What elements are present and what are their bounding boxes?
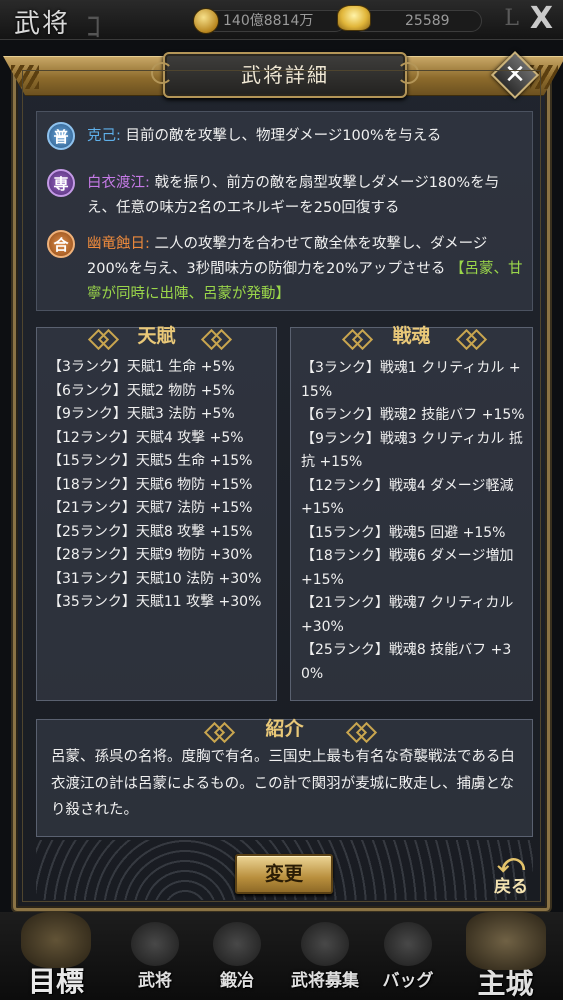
talent-header: 天賦: [37, 321, 276, 351]
war-soul-row: 【9ランク】戦魂3 クリティカル 抵抗 +15%: [301, 430, 523, 471]
general-detail-dialog: 武将詳細 ✕ 普 克己: 目前の敵を攻撃し、物理ダメージ100%を与える 専 白…: [3, 50, 563, 911]
header-stripes-left: [11, 65, 39, 89]
coin-counter: 140億8814万: [193, 8, 346, 34]
coin-value: 140億8814万: [223, 13, 314, 29]
nav-castle[interactable]: 主城: [448, 912, 563, 1000]
castle-icon: [465, 912, 546, 970]
gold-counter: 25589: [337, 5, 482, 32]
title-curl-left: [151, 62, 173, 84]
bag-icon: [384, 922, 432, 966]
top-bar: 武将 ｺ 140億8814万 25589 L X: [0, 0, 563, 45]
nav-label: 武将: [138, 971, 172, 991]
war-soul-row: 【21ランク】戦魂7 クリティカル +30%: [301, 595, 514, 635]
nav-target[interactable]: 目標: [0, 912, 112, 1000]
war-soul-panel: 戦魂 【3ランク】戦魂1 クリティカル +15% 【6ランク】戦魂2 技能バフ …: [290, 325, 533, 701]
nav-label: バッグ: [382, 971, 434, 991]
skill-text: 幽竜蝕日: 二人の攻撃力を合わせて敵全体を攻撃し、ダメージ200%を与え、3秒間…: [87, 232, 527, 307]
skill-text: 白衣渡江: 戟を振り、前方の敵を扇型攻撃しダメージ180%を与え、任意の味方2名…: [87, 171, 527, 221]
back-button-label: 戻る: [494, 877, 528, 897]
war-soul-row: 【3ランク】戦魂1 クリティカル +15%: [301, 360, 521, 400]
talent-row: 【15ランク】天賦5 生命 +15%: [48, 453, 253, 469]
ornament-right: [202, 332, 232, 342]
title-ornament: ｺ: [86, 10, 101, 45]
nav-label: 鍛冶: [220, 971, 254, 991]
skill-badge-common: 普: [47, 122, 75, 150]
talent-list: 【3ランク】天賦1 生命 +5% 【6ランク】天賦2 物防 +5% 【9ランク】…: [48, 356, 276, 615]
title-curl-right: [397, 62, 419, 84]
war-soul-row: 【12ランク】戦魂4 ダメージ軽減 +15%: [301, 477, 514, 518]
skill-name: 克己:: [87, 128, 121, 144]
bottom-navigation: 目標 武将 鍛冶 武将募集 バッグ 主城: [0, 912, 563, 1000]
skill-description: 目前の敵を攻撃し、物理ダメージ100%を与える: [125, 128, 442, 144]
skill-name: 幽竜蝕日:: [87, 236, 150, 252]
talent-row: 【31ランク】天賦10 法防 +30%: [48, 570, 262, 587]
talent-row: 【9ランク】天賦3 法防 +5%: [48, 406, 235, 422]
introduction-text: 呂蒙、孫呉の名将。度胸で有名。三国史上最も有名な奇襲戦法である白衣渡江の計は呂蒙…: [51, 749, 515, 818]
ornament-right: [457, 332, 487, 342]
ornament-left: [205, 725, 235, 735]
talent-title: 天賦: [137, 325, 176, 347]
talent-panel: 天賦 【3ランク】天賦1 生命 +5% 【6ランク】天賦2 物防 +5% 【9ラ…: [36, 325, 277, 701]
gold-value: 25589: [405, 13, 450, 29]
talent-row: 【3ランク】天賦1 生命 +5%: [48, 359, 235, 375]
talent-row: 【18ランク】天賦6 物防 +15%: [48, 476, 253, 493]
introduction-title: 紹介: [265, 718, 304, 740]
talent-row: 【6ランク】天賦2 物防 +5%: [48, 382, 235, 399]
ornament-left: [89, 332, 119, 342]
screen-title: 武将: [14, 9, 71, 39]
war-soul-title: 戦魂: [392, 325, 431, 347]
skill-name: 白衣渡江:: [87, 175, 150, 191]
nav-bag[interactable]: バッグ: [370, 922, 446, 991]
nav-label: 武将募集: [291, 971, 359, 991]
war-soul-row: 【6ランク】戦魂2 技能バフ +15%: [301, 407, 525, 423]
top-close-button[interactable]: X: [530, 1, 553, 36]
dialog-title-plate: 武将詳細: [151, 52, 419, 98]
change-button-label: 変更: [264, 863, 303, 885]
recruit-icon: [301, 922, 349, 966]
talent-row: 【35ランク】天賦11 攻撃 +30%: [48, 594, 262, 610]
war-soul-row: 【15ランク】戦魂5 回避 +15%: [301, 524, 506, 541]
change-button[interactable]: 変更: [235, 854, 333, 894]
dialog-title: 武将詳細: [241, 63, 329, 87]
coin-icon: [193, 8, 219, 34]
nav-general[interactable]: 武将: [124, 922, 186, 991]
talent-row: 【21ランク】天賦7 法防 +15%: [48, 500, 253, 516]
anvil-icon: [213, 922, 261, 966]
war-soul-row: 【18ランク】戦魂6 ダメージ増加 +15%: [301, 548, 514, 588]
skills-panel: 普 克己: 目前の敵を攻撃し、物理ダメージ100%を与える 専 白衣渡江: 戟を…: [36, 111, 533, 311]
introduction-header: 紹介: [37, 714, 532, 744]
talent-row: 【28ランク】天賦9 物防 +30%: [48, 547, 253, 563]
general-icon: [131, 922, 179, 966]
top-ornament: L: [504, 6, 519, 31]
back-arrow-icon: ⤺: [497, 849, 525, 879]
ornament-right: [347, 725, 377, 735]
nav-forge[interactable]: 鍛冶: [206, 922, 268, 991]
war-soul-row: 【25ランク】戦魂8 技能バフ +30%: [301, 642, 512, 682]
skill-badge-unique: 専: [47, 169, 75, 197]
ornament-left: [343, 332, 373, 342]
skill-text: 克己: 目前の敵を攻撃し、物理ダメージ100%を与える: [87, 124, 527, 149]
back-button[interactable]: ⤺ 戻る: [486, 849, 536, 902]
introduction-panel: 紹介 呂蒙、孫呉の名将。度胸で有名。三国史上最も有名な奇襲戦法である白衣渡江の計…: [36, 718, 533, 837]
talent-row: 【12ランク】天賦4 攻撃 +5%: [48, 429, 244, 446]
war-soul-list: 【3ランク】戦魂1 クリティカル +15% 【6ランク】戦魂2 技能バフ +15…: [301, 357, 527, 686]
war-soul-header: 戦魂: [291, 321, 532, 351]
talent-row: 【25ランク】天賦8 攻撃 +15%: [48, 523, 253, 540]
close-icon: ✕: [504, 60, 526, 90]
nav-recruit[interactable]: 武将募集: [280, 922, 370, 991]
target-icon: [21, 912, 91, 968]
skill-badge-combo: 合: [47, 230, 75, 258]
gold-ingot-icon: [337, 5, 371, 31]
